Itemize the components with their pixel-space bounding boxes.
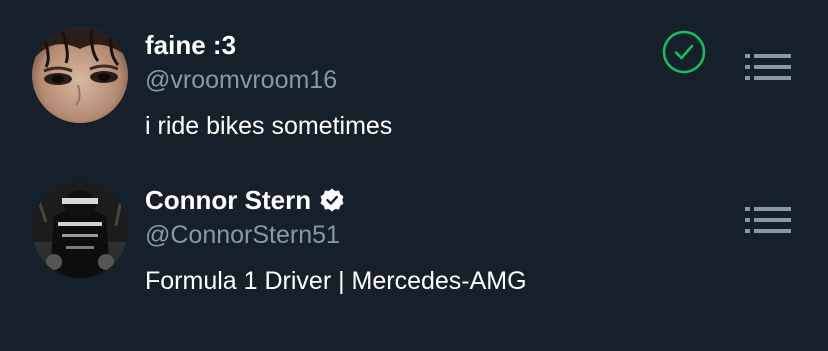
- verified-badge-icon: [319, 187, 345, 213]
- avatar[interactable]: [32, 27, 128, 123]
- user-handle[interactable]: @vroomvroom16: [145, 65, 337, 95]
- display-name[interactable]: faine :3: [145, 29, 236, 61]
- list-icon[interactable]: [745, 53, 791, 81]
- selected-check-icon[interactable]: [662, 30, 706, 74]
- avatar-photo: [32, 182, 128, 278]
- name-line: faine :3: [145, 29, 236, 61]
- user-handle[interactable]: @ConnorStern51: [145, 220, 340, 250]
- user-bio: Formula 1 Driver | Mercedes-AMG: [145, 267, 527, 295]
- user-row[interactable]: Connor Stern @ConnorStern51 Formula 1 Dr…: [0, 182, 828, 312]
- avatar[interactable]: [32, 182, 128, 278]
- avatar-photo: [32, 27, 128, 123]
- user-row[interactable]: faine :3 @vroomvroom16 i ride bikes some…: [0, 27, 828, 157]
- list-icon[interactable]: [745, 206, 791, 234]
- user-bio: i ride bikes sometimes: [145, 112, 393, 140]
- name-line: Connor Stern: [145, 184, 345, 216]
- display-name[interactable]: Connor Stern: [145, 184, 311, 216]
